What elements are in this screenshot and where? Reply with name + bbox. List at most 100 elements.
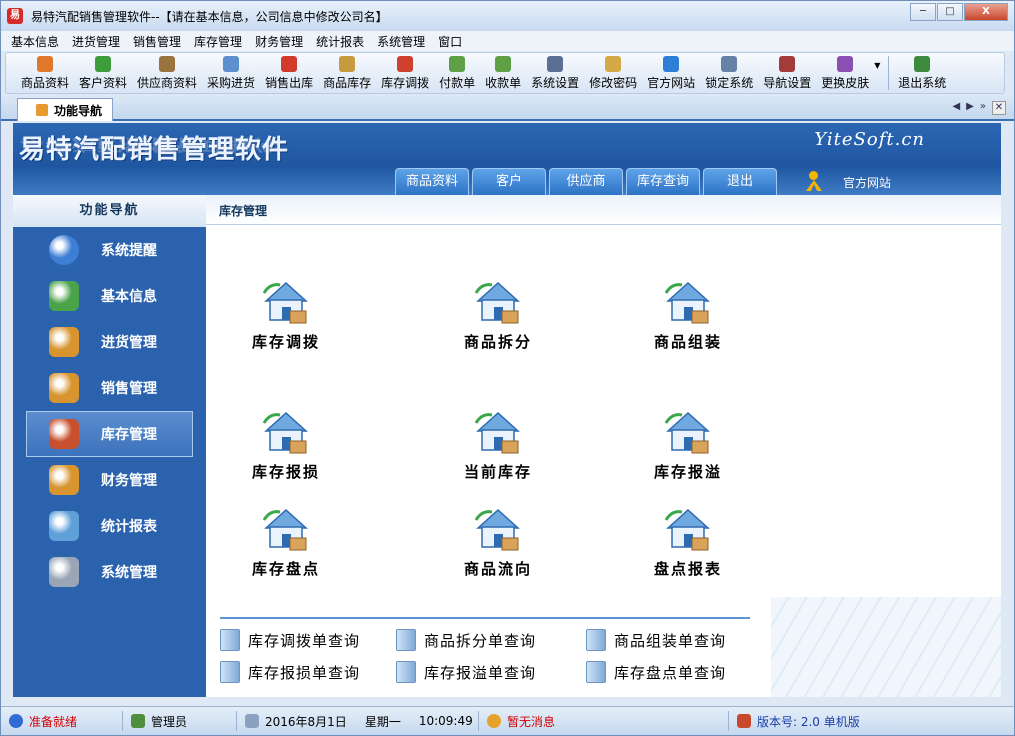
tab-close-icon[interactable]: ✕	[992, 101, 1006, 115]
sidebar-item-label: 系统管理	[101, 565, 157, 581]
menu-purchase[interactable]: 进货管理	[66, 33, 127, 50]
minimize-button[interactable]: ─	[910, 3, 936, 21]
query-link-loss[interactable]: 库存报损单查询	[220, 661, 360, 683]
customers-icon	[95, 56, 112, 72]
query-label: 库存报损单查询	[248, 663, 361, 682]
maximize-button[interactable]: □	[937, 3, 963, 21]
tab-nav-controls: ◀ ▶ » ✕	[952, 101, 1006, 115]
sidebar-item-purchase[interactable]: 进货管理	[13, 319, 206, 365]
document-icon	[586, 629, 606, 651]
menu-system[interactable]: 系统管理	[371, 33, 432, 50]
sidebar-item-sales[interactable]: 销售管理	[13, 365, 206, 411]
toolbar-suppliers-button[interactable]: 供应商资料	[132, 53, 202, 93]
sidebar-item-finance[interactable]: 财务管理	[13, 457, 206, 503]
toolbar: 商品资料 客户资料 供应商资料 采购进货 销售出库 商品库存 库存调拨 付款单 收款单 系统设置修…	[5, 52, 1005, 94]
tab-prev-icon[interactable]: ◀	[952, 101, 960, 115]
password-icon	[605, 56, 622, 72]
query-label: 商品拆分单查询	[424, 631, 537, 650]
sidebar-item-basic-info[interactable]: 基本信息	[13, 273, 206, 319]
query-label: 库存盘点单查询	[614, 663, 727, 682]
toolbar-label: 采购进货	[207, 76, 256, 90]
function-current-stock[interactable]: 当前库存	[428, 403, 568, 482]
close-button[interactable]: X	[964, 3, 1008, 21]
sidebar-item-reports[interactable]: 统计报表	[13, 503, 206, 549]
toolbar-password-button[interactable]: 修改密码	[584, 53, 642, 93]
function-stock-loss[interactable]: 库存报损	[216, 403, 356, 482]
toolbar-customers-button[interactable]: 客户资料	[74, 53, 132, 93]
function-stock-overflow[interactable]: 库存报溢	[618, 403, 758, 482]
house-icon	[737, 714, 751, 728]
function-product-assemble[interactable]: 商品组装	[618, 273, 758, 352]
tab-function-nav[interactable]: 功能导航	[17, 98, 113, 121]
status-weekday: 星期一	[364, 714, 401, 729]
toolbar-label: 收款单	[485, 76, 522, 90]
sales-out-icon	[281, 56, 298, 72]
function-product-flow[interactable]: 商品流向	[428, 500, 568, 579]
toolbar-overflow-dropdown[interactable]: ▼	[874, 53, 884, 70]
query-link-overflow[interactable]: 库存报溢单查询	[396, 661, 536, 683]
app-logo-icon: 易	[7, 8, 23, 24]
menu-window[interactable]: 窗口	[432, 33, 469, 50]
banner-tab-suppliers[interactable]: 供应商	[549, 168, 623, 195]
banner-tab-customers[interactable]: 客户	[472, 168, 546, 195]
query-link-transfer[interactable]: 库存调拨单查询	[220, 629, 360, 651]
cubes-icon	[49, 281, 79, 311]
tab-next-icon[interactable]: ▶	[966, 101, 974, 115]
function-product-split[interactable]: 商品拆分	[428, 273, 568, 352]
menu-basic-info[interactable]: 基本信息	[5, 33, 66, 50]
split-boxes-icon	[470, 273, 526, 329]
tab-more-icon[interactable]: »	[980, 101, 986, 115]
status-date: 2016年8月1日	[265, 714, 347, 729]
query-link-assemble[interactable]: 商品组装单查询	[586, 629, 726, 651]
toolbar-payment-button[interactable]: 付款单	[434, 53, 480, 93]
toolbar-sales-out-button[interactable]: 销售出库	[260, 53, 318, 93]
banner-brand: YiteSoft.cn	[814, 129, 925, 150]
products-icon	[37, 56, 53, 72]
menu-inventory[interactable]: 库存管理	[188, 33, 249, 50]
status-bar: 准备就绪 管理员 2016年8月1日 星期一 10:09:49 暂无消息 版本号…	[1, 706, 1014, 735]
menu-finance[interactable]: 财务管理	[249, 33, 310, 50]
app-window: 易 易特汽配销售管理软件--【请在基本信息，公司信息中修改公司名】 ─ □ X …	[0, 0, 1015, 736]
banner-tab-exit[interactable]: 退出	[703, 168, 777, 195]
sidebar-item-inventory[interactable]: 库存管理	[26, 411, 193, 457]
status-user-cell: 管理员	[123, 711, 237, 731]
toolbar-website-button[interactable]: 官方网站	[642, 53, 700, 93]
window-title: 易特汽配销售管理软件--【请在基本信息，公司信息中修改公司名】	[31, 9, 388, 24]
menu-reports[interactable]: 统计报表	[310, 33, 371, 50]
query-link-stock-take[interactable]: 库存盘点单查询	[586, 661, 726, 683]
menu-sales[interactable]: 销售管理	[127, 33, 188, 50]
finance-icon	[49, 465, 79, 495]
toolbar-label: 修改密码	[589, 76, 638, 90]
toolbar-lock-button[interactable]: 锁定系统	[700, 53, 758, 93]
toolbar-exit-button[interactable]: 退出系统	[893, 53, 951, 93]
toolbar-transfer-button[interactable]: 库存调拨	[376, 53, 434, 93]
official-site-link[interactable]: 官方网站	[803, 171, 891, 193]
sidebar-item-reminders[interactable]: 系统提醒	[13, 227, 206, 273]
document-tab-strip: 功能导航 ◀ ▶ » ✕	[1, 96, 1014, 121]
toolbar-separator	[888, 56, 890, 90]
toolbar-label: 供应商资料	[137, 76, 198, 90]
toolbar-skin-button[interactable]: 更换皮肤	[816, 53, 874, 93]
toolbar-stock-button[interactable]: 商品库存	[318, 53, 376, 93]
toolbar-settings-button[interactable]: 系统设置	[526, 53, 584, 93]
banner-tab-products[interactable]: 商品资料	[395, 168, 469, 195]
toolbar-nav-settings-button[interactable]: 导航设置	[758, 53, 816, 93]
toolbar-products-button[interactable]: 商品资料	[16, 53, 74, 93]
function-label: 商品组装	[653, 333, 722, 351]
function-stock-transfer[interactable]: 库存调拨	[216, 273, 356, 352]
sidebar-item-system[interactable]: 系统管理	[13, 549, 206, 595]
toolbar-purchase-button[interactable]: 采购进货	[202, 53, 260, 93]
main-panel: 库存管理 库存调拨 商品拆分 商品组装 库存报损 当前库存 库存报溢 库存盘点 商品流向 盘点报…	[206, 195, 1001, 697]
website-icon	[663, 56, 680, 72]
toolbar-receipt-button[interactable]: 收款单	[480, 53, 526, 93]
status-user: 管理员	[151, 714, 188, 729]
banner-tab-stock-query[interactable]: 库存查询	[626, 168, 700, 195]
stock-icon	[339, 56, 356, 72]
function-stock-take-report[interactable]: 盘点报表	[618, 500, 758, 579]
sidebar-header: 功能导航	[13, 195, 206, 227]
function-label: 库存报损	[251, 463, 320, 481]
query-link-split[interactable]: 商品拆分单查询	[396, 629, 536, 651]
status-message-cell[interactable]: 暂无消息	[479, 711, 729, 731]
nav-settings-icon	[779, 56, 796, 72]
function-stock-take[interactable]: 库存盘点	[216, 500, 356, 579]
